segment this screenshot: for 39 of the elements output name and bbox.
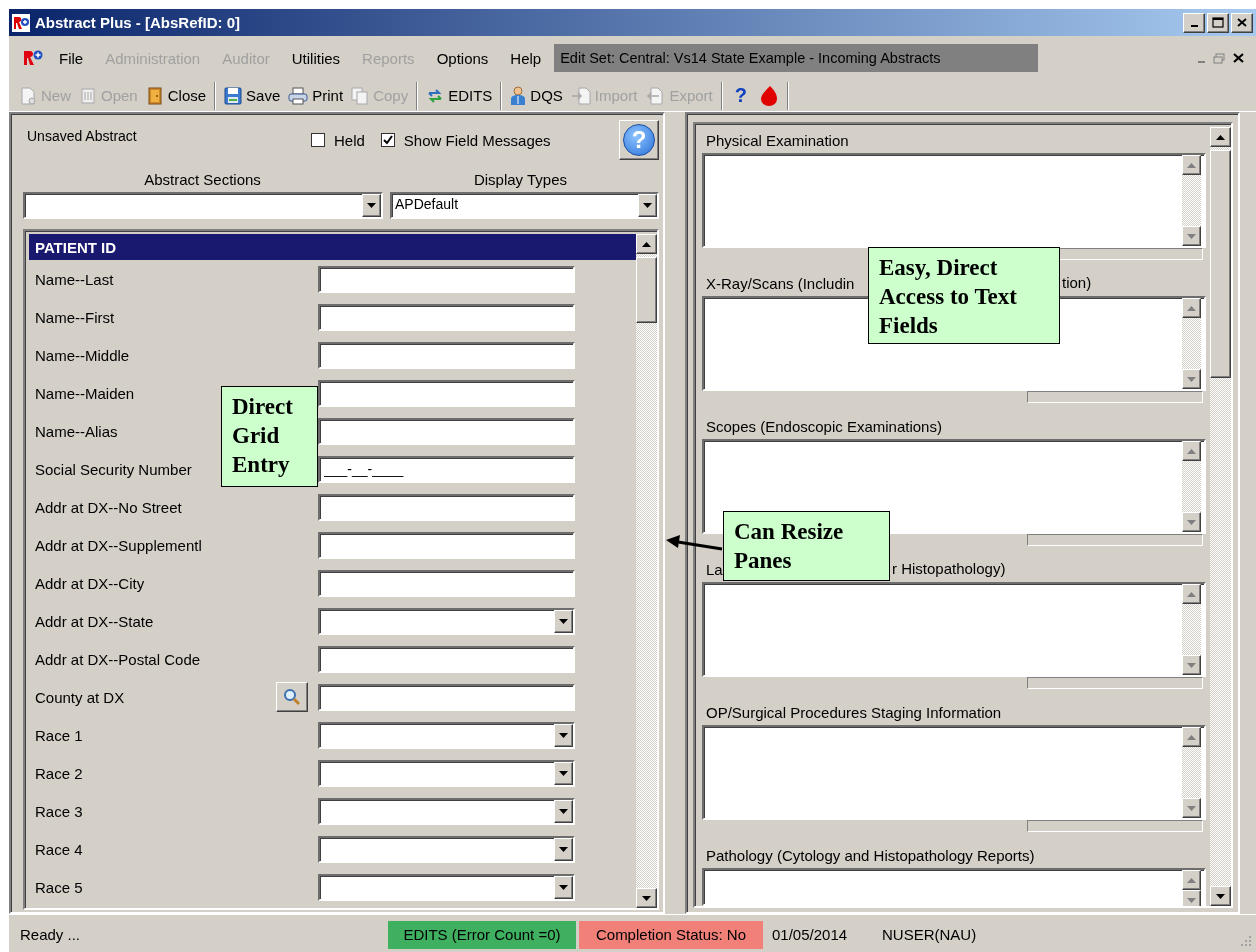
- field-label: Scopes (Endoscopic Examinations): [706, 417, 942, 435]
- field-label: Display Types: [472, 171, 569, 188]
- field-label: Name--Alias: [35, 422, 118, 440]
- field-label: r Histopathology): [892, 560, 1006, 577]
- field-label: Addr at DX--State: [35, 612, 154, 630]
- status-label: Unsaved Abstract: [26, 128, 138, 144]
- field-label: Race 5: [35, 878, 83, 896]
- field-label: Race 2: [35, 764, 83, 782]
- section-header: PATIENT ID: [29, 234, 636, 260]
- field-label: Race 1: [35, 726, 83, 744]
- field-label: Physical Examination: [706, 131, 849, 149]
- field-label: Addr at DX--City: [35, 574, 145, 592]
- callout-tooltip: Can Resize Panes: [723, 511, 890, 581]
- field-label: OP/Surgical Procedures Staging Information: [706, 703, 1002, 721]
- window-title: Abstract Plus - [AbsRefID: 0]: [35, 14, 242, 31]
- field-label: County at DX: [35, 688, 125, 706]
- field-label: Name--Middle: [35, 346, 130, 364]
- field-label: Abstract Sections: [143, 171, 262, 188]
- field-label: Race 4: [35, 840, 83, 858]
- edit-set-label: Edit Set: Central: Vs14 State Example - Incoming Abstracts: [554, 44, 1039, 72]
- status-text: Ready ...: [20, 926, 82, 943]
- field-label: Addr at DX--No Street: [35, 498, 182, 516]
- user-text: NUSER(NAU): [882, 926, 977, 943]
- callout-tooltip: Easy, Direct Access to Text Fields: [868, 247, 1060, 344]
- field-label: X-Ray/Scans (Includin: [706, 274, 855, 292]
- completion-status: Completion Status: No: [579, 920, 763, 949]
- callout-tooltip: Direct Grid Entry: [221, 386, 318, 487]
- field-label: Pathology (Cytology and Histopathology Reports): [706, 846, 1035, 864]
- field-label: Name--First: [35, 308, 115, 326]
- field-label: Race 3: [35, 802, 83, 820]
- field-label: Social Security Number: [35, 460, 192, 478]
- field-label: tion): [1062, 274, 1092, 291]
- field-label: Addr at DX--Supplementl: [35, 536, 202, 554]
- field-label: La: [706, 560, 723, 578]
- date-text: 01/05/2014: [772, 926, 849, 943]
- field-label: Addr at DX--Postal Code: [35, 650, 201, 668]
- edits-status: EDITS (Error Count =0): [388, 920, 576, 949]
- field-label: Name--Last: [35, 270, 114, 288]
- field-label: Name--Maiden: [35, 384, 135, 402]
